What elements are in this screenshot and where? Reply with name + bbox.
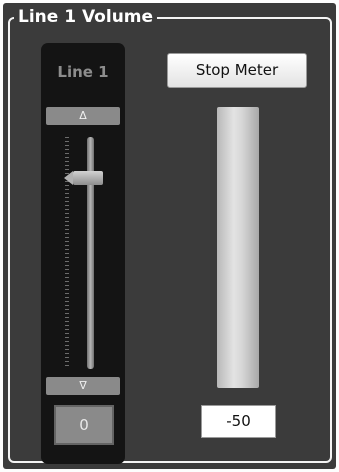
volume-down-button[interactable]: ∇ — [46, 377, 120, 395]
level-meter — [217, 107, 259, 388]
triangle-up-icon: Δ — [79, 109, 87, 122]
fader-thumb[interactable] — [64, 171, 103, 185]
channel-label: Line 1 — [57, 63, 109, 81]
stop-meter-button[interactable]: Stop Meter — [167, 53, 307, 88]
volume-up-button[interactable]: Δ — [46, 107, 120, 125]
volume-control-window: Line 1 Volume Line 1 Δ ∇ 0 Stop Meter -5… — [0, 0, 339, 472]
triangle-down-icon: ∇ — [79, 379, 87, 392]
group-title: Line 1 Volume — [14, 7, 158, 28]
meter-readout-field: -50 — [201, 405, 276, 438]
fader-value-field[interactable]: 0 — [54, 405, 114, 445]
fader-strip: Line 1 Δ ∇ 0 — [41, 43, 125, 464]
